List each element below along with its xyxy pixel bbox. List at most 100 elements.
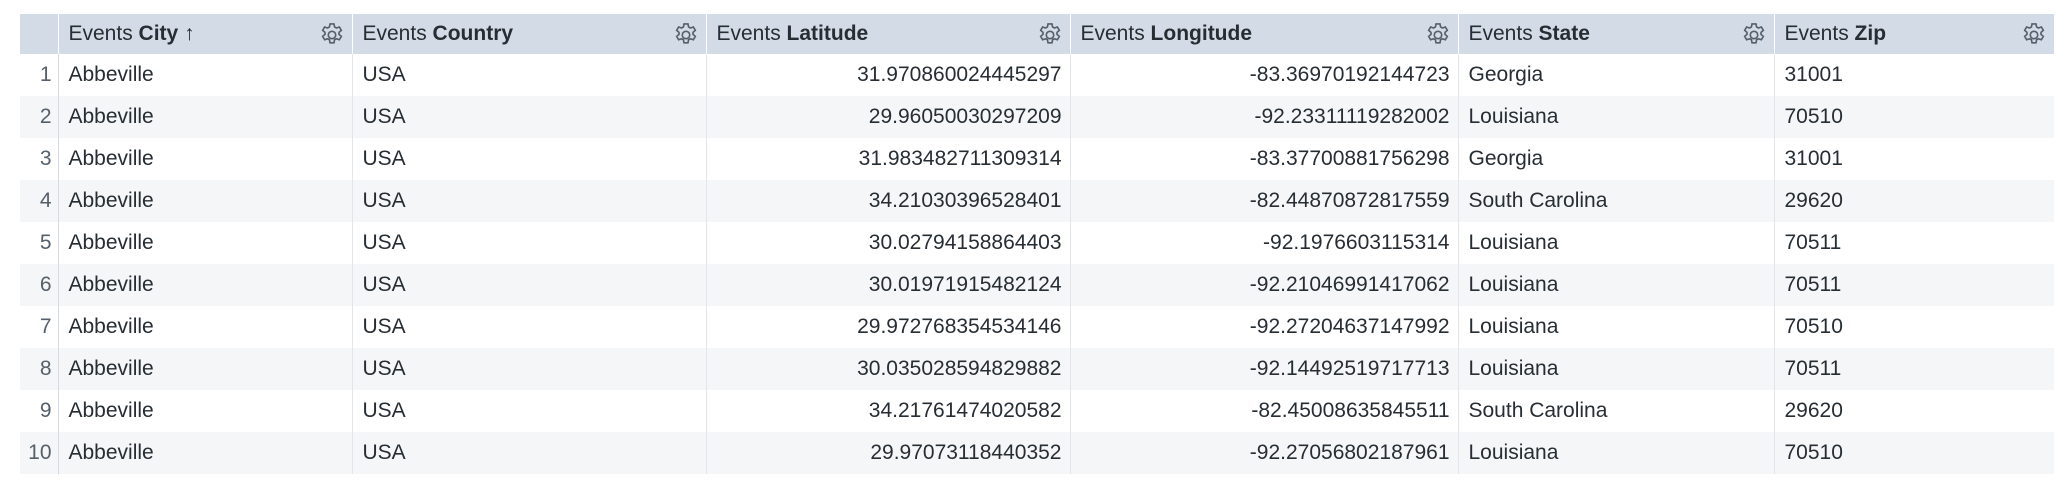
cell-city[interactable]: Abbeville [58,54,353,96]
cell-latitude[interactable]: 34.21761474020582 [706,390,1071,432]
gear-icon[interactable] [1424,21,1452,49]
table-row[interactable]: 4 Abbeville USA 34.21030396528401 -82.44… [20,180,2054,222]
row-index: 2 [20,96,59,138]
column-name: Country [432,22,514,45]
cell-country[interactable]: USA [352,264,707,306]
cell-longitude[interactable]: -92.14492519717713 [1070,348,1459,390]
cell-latitude[interactable]: 34.21030396528401 [706,180,1071,222]
row-index: 6 [20,264,59,306]
row-index: 3 [20,138,59,180]
cell-zip[interactable]: 31001 [1774,54,2054,96]
cell-state[interactable]: Louisiana [1458,432,1775,474]
cell-zip[interactable]: 29620 [1774,180,2054,222]
gear-icon[interactable] [2020,21,2048,49]
cell-city[interactable]: Abbeville [58,390,353,432]
cell-state[interactable]: South Carolina [1458,180,1775,222]
cell-longitude[interactable]: -83.36970192144723 [1070,54,1459,96]
cell-city[interactable]: Abbeville [58,306,353,348]
gear-icon[interactable] [318,21,346,49]
row-index: 9 [20,390,59,432]
cell-latitude[interactable]: 29.972768354534146 [706,306,1071,348]
gear-icon[interactable] [672,21,700,49]
cell-longitude[interactable]: -82.44870872817559 [1070,180,1459,222]
cell-latitude[interactable]: 30.035028594829882 [706,348,1071,390]
cell-country[interactable]: USA [352,222,707,264]
cell-latitude[interactable]: 30.02794158864403 [706,222,1071,264]
row-index: 5 [20,222,59,264]
cell-state[interactable]: Louisiana [1458,306,1775,348]
row-index: 10 [20,432,59,474]
table-row[interactable]: 9 Abbeville USA 34.21761474020582 -82.45… [20,390,2054,432]
table-row[interactable]: 1 Abbeville USA 31.970860024445297 -83.3… [20,54,2054,96]
cell-country[interactable]: USA [352,348,707,390]
table-row[interactable]: 3 Abbeville USA 31.983482711309314 -83.3… [20,138,2054,180]
cell-zip[interactable]: 31001 [1774,138,2054,180]
column-header-city[interactable]: Events City ↑ [58,14,353,54]
row-index: 8 [20,348,59,390]
table-row[interactable]: 7 Abbeville USA 29.972768354534146 -92.2… [20,306,2054,348]
cell-zip[interactable]: 70511 [1774,348,2054,390]
cell-country[interactable]: USA [352,390,707,432]
cell-longitude[interactable]: -92.23311119282002 [1070,96,1459,138]
cell-latitude[interactable]: 29.96050030297209 [706,96,1071,138]
cell-state[interactable]: Louisiana [1458,222,1775,264]
cell-state[interactable]: South Carolina [1458,390,1775,432]
cell-longitude[interactable]: -83.37700881756298 [1070,138,1459,180]
cell-city[interactable]: Abbeville [58,432,353,474]
gear-icon[interactable] [1036,21,1064,49]
cell-country[interactable]: USA [352,432,707,474]
column-header-state[interactable]: Events State [1458,14,1775,54]
cell-zip[interactable]: 70510 [1774,306,2054,348]
table-row[interactable]: 5 Abbeville USA 30.02794158864403 -92.19… [20,222,2054,264]
column-prefix: Events [1784,22,1849,45]
cell-zip[interactable]: 70510 [1774,432,2054,474]
cell-city[interactable]: Abbeville [58,180,353,222]
cell-state[interactable]: Louisiana [1458,264,1775,306]
column-name: Latitude [786,22,869,45]
cell-country[interactable]: USA [352,54,707,96]
cell-longitude[interactable]: -92.27056802187961 [1070,432,1459,474]
cell-latitude[interactable]: 29.97073118440352 [706,432,1071,474]
column-header-latitude[interactable]: Events Latitude [706,14,1071,54]
gear-icon[interactable] [1740,21,1768,49]
column-prefix: Events [1080,22,1145,45]
header-row: Events City ↑ Events Country Events Lati… [20,14,2055,54]
cell-longitude[interactable]: -92.21046991417062 [1070,264,1459,306]
cell-state[interactable]: Louisiana [1458,96,1775,138]
cell-state[interactable]: Georgia [1458,54,1775,96]
column-prefix: Events [362,22,427,45]
column-header-longitude[interactable]: Events Longitude [1070,14,1459,54]
table-row[interactable]: 8 Abbeville USA 30.035028594829882 -92.1… [20,348,2054,390]
cell-zip[interactable]: 70511 [1774,222,2054,264]
cell-zip[interactable]: 29620 [1774,390,2054,432]
cell-longitude[interactable]: -92.1976603115314 [1070,222,1459,264]
cell-latitude[interactable]: 31.983482711309314 [706,138,1071,180]
cell-country[interactable]: USA [352,180,707,222]
row-index-header [20,14,59,54]
cell-city[interactable]: Abbeville [58,222,353,264]
cell-longitude[interactable]: -82.45008635845511 [1070,390,1459,432]
data-table-container: Events City ↑ Events Country Events Lati… [20,14,2055,474]
table-row[interactable]: 2 Abbeville USA 29.96050030297209 -92.23… [20,96,2054,138]
column-prefix: Events [1468,22,1533,45]
cell-state[interactable]: Louisiana [1458,348,1775,390]
cell-country[interactable]: USA [352,306,707,348]
cell-zip[interactable]: 70511 [1774,264,2054,306]
column-name: Longitude [1150,22,1253,45]
cell-country[interactable]: USA [352,138,707,180]
table-row[interactable]: 10 Abbeville USA 29.97073118440352 -92.2… [20,432,2054,474]
cell-country[interactable]: USA [352,96,707,138]
cell-longitude[interactable]: -92.27204637147992 [1070,306,1459,348]
cell-city[interactable]: Abbeville [58,138,353,180]
table-row[interactable]: 6 Abbeville USA 30.01971915482124 -92.21… [20,264,2054,306]
cell-city[interactable]: Abbeville [58,96,353,138]
cell-zip[interactable]: 70510 [1774,96,2054,138]
column-header-zip[interactable]: Events Zip [1774,14,2055,54]
cell-latitude[interactable]: 30.01971915482124 [706,264,1071,306]
cell-city[interactable]: Abbeville [58,348,353,390]
row-index: 1 [20,54,59,96]
cell-latitude[interactable]: 31.970860024445297 [706,54,1071,96]
cell-state[interactable]: Georgia [1458,138,1775,180]
cell-city[interactable]: Abbeville [58,264,353,306]
column-header-country[interactable]: Events Country [352,14,707,54]
